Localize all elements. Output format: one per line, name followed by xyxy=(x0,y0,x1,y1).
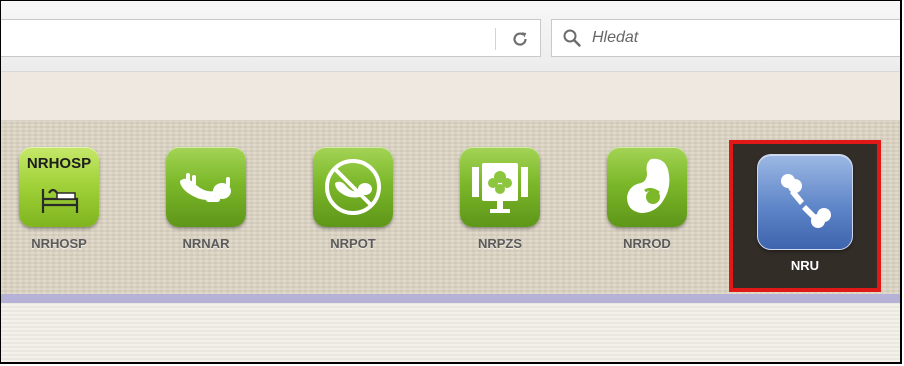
hospital-bed-icon: NRHOSP xyxy=(19,147,99,227)
next-app-icon[interactable] xyxy=(901,147,902,227)
content-area xyxy=(1,303,900,362)
app-label: NRPZS xyxy=(477,236,523,251)
newborn-icon xyxy=(166,147,246,227)
app-label: NRU xyxy=(790,258,820,273)
app-nru[interactable]: NRU xyxy=(729,140,881,273)
address-bar-separator xyxy=(495,28,496,50)
app-launcher: NRHOSP NRHOSP NRNAR NRPOT NRPZS NRROD NR… xyxy=(1,121,900,294)
app-label: NRROD xyxy=(623,236,671,251)
bookmarks-bar xyxy=(1,72,900,121)
address-bar[interactable] xyxy=(1,19,541,57)
reload-icon[interactable] xyxy=(507,26,533,52)
search-input[interactable] xyxy=(590,28,874,48)
app-icon-text: NRHOSP xyxy=(27,155,91,172)
app-label: NRNAR xyxy=(182,236,230,251)
mother-child-icon xyxy=(607,147,687,227)
browser-toolbar xyxy=(1,1,900,72)
medical-monitor-icon xyxy=(460,147,540,227)
selected-app-highlight: NRU xyxy=(729,140,881,292)
app-label: NRPOT xyxy=(330,236,376,251)
bone-fracture-icon xyxy=(757,154,853,250)
app-nrrod[interactable]: NRROD xyxy=(602,147,692,251)
browser-window: NRHOSP NRHOSP xyxy=(0,0,902,364)
crossed-newborn-icon xyxy=(313,147,393,227)
app-nrpot[interactable]: NRPOT xyxy=(308,147,398,251)
app-nrnar[interactable]: NRNAR xyxy=(161,147,251,251)
app-nrhosp[interactable]: NRHOSP NRHOSP xyxy=(14,147,104,251)
search-box[interactable] xyxy=(551,19,900,57)
app-nrpzs[interactable]: NRPZS xyxy=(455,147,545,251)
section-divider xyxy=(1,294,900,303)
app-label: NRHOSP xyxy=(31,236,87,251)
magnifier-icon xyxy=(563,29,581,47)
